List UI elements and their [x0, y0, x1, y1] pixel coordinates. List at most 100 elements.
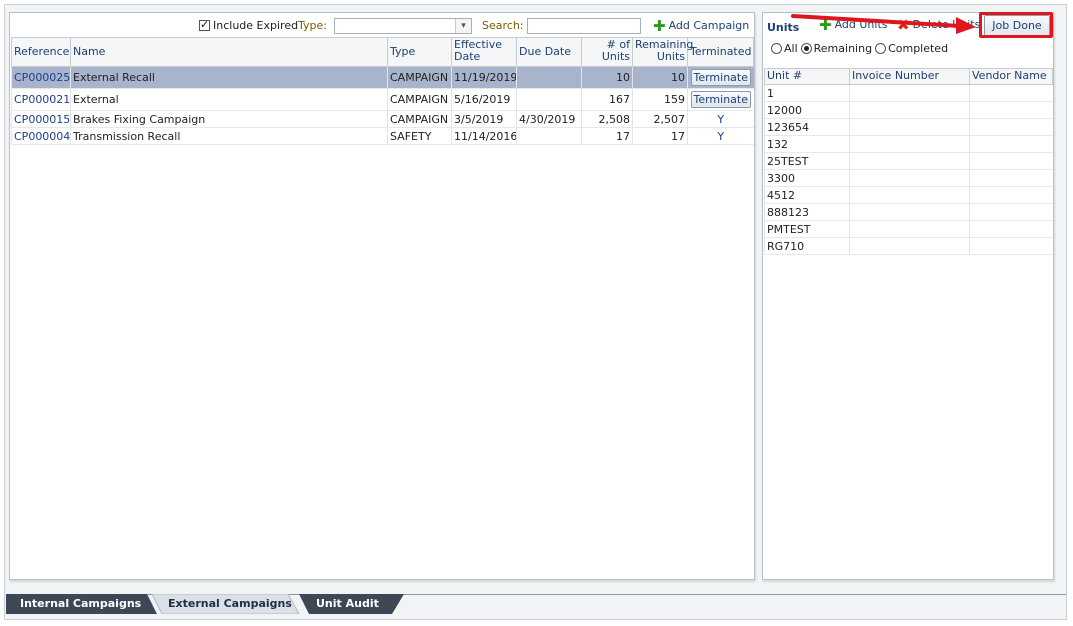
table-row[interactable]: CP000021 External CAMPAIGN 5/16/2019 167…: [11, 88, 754, 111]
col-unit-number[interactable]: Unit #: [764, 68, 850, 85]
col-name[interactable]: Name: [70, 37, 388, 67]
unit-number: 132: [764, 135, 850, 153]
num-units: 17: [581, 127, 633, 145]
due-date: 4/30/2019: [516, 110, 582, 128]
list-item[interactable]: 3300: [764, 169, 1053, 187]
table-row[interactable]: CP000015 Brakes Fixing Campaign CAMPAIGN…: [11, 110, 754, 128]
vendor-name: [969, 84, 1053, 102]
terminated-cell: Terminate: [687, 66, 754, 89]
col-num-units[interactable]: # of Units: [581, 37, 633, 67]
vendor-name: [969, 152, 1053, 170]
effective-date: 5/16/2019: [451, 88, 517, 111]
filter-completed-label[interactable]: Completed: [888, 42, 948, 55]
col-invoice-number[interactable]: Invoice Number: [849, 68, 970, 85]
list-item[interactable]: 888123: [764, 203, 1053, 221]
invoice-number: [849, 186, 970, 204]
due-date: [516, 66, 582, 89]
campaign-name: Transmission Recall: [70, 127, 388, 145]
effective-date: 11/14/2016: [451, 127, 517, 145]
invoice-number: [849, 152, 970, 170]
tab-unit-audit[interactable]: Unit Audit: [302, 594, 402, 614]
annotation-arrow-icon: [791, 14, 976, 34]
col-reference[interactable]: Reference: [11, 37, 71, 67]
units-table: Unit # Invoice Number Vendor Name 1 1200…: [764, 68, 1053, 255]
vendor-name: [969, 220, 1053, 238]
include-expired-checkbox[interactable]: [199, 18, 210, 31]
effective-date: 3/5/2019: [451, 110, 517, 128]
col-vendor-name[interactable]: Vendor Name: [969, 68, 1053, 85]
col-terminated[interactable]: Terminated: [687, 37, 754, 67]
unit-number: 25TEST: [764, 152, 850, 170]
chevron-down-icon[interactable]: ▾: [455, 19, 471, 33]
include-expired-label: Include Expired: [213, 19, 299, 32]
add-campaign-label: Add Campaign: [668, 19, 750, 32]
vendor-name: [969, 135, 1053, 153]
invoice-number: [849, 220, 970, 238]
num-units: 167: [581, 88, 633, 111]
plus-icon: ✚: [653, 16, 666, 35]
filter-all-label[interactable]: All: [784, 42, 798, 55]
due-date: [516, 88, 582, 111]
vendor-name: [969, 101, 1053, 119]
unit-filter-group: All Remaining Completed: [771, 42, 948, 55]
list-item[interactable]: 1: [764, 84, 1053, 102]
tab-internal-campaigns[interactable]: Internal Campaigns: [6, 594, 156, 614]
list-item[interactable]: 12000: [764, 101, 1053, 119]
reference-link[interactable]: CP000015: [11, 110, 71, 128]
filter-completed-radio[interactable]: [875, 43, 887, 54]
terminated-value: Y: [687, 110, 754, 128]
include-expired-toggle[interactable]: Include Expired: [199, 18, 299, 32]
remaining-units: 159: [632, 88, 688, 111]
add-campaign-button[interactable]: ✚ Add Campaign: [653, 16, 750, 35]
vendor-name: [969, 186, 1053, 204]
col-effective-date[interactable]: Effective Date: [451, 37, 517, 67]
list-item[interactable]: 25TEST: [764, 152, 1053, 170]
campaigns-panel: Include Expired Type: ▾ Search: ✚ Add Ca…: [9, 12, 755, 580]
campaign-name: External Recall: [70, 66, 388, 89]
tab-external-campaigns[interactable]: External Campaigns: [154, 594, 299, 614]
effective-date: 11/19/2019: [451, 66, 517, 89]
type-select[interactable]: ▾: [334, 18, 472, 34]
table-row[interactable]: CP000004 Transmission Recall SAFETY 11/1…: [11, 127, 754, 145]
invoice-number: [849, 135, 970, 153]
search-input[interactable]: [527, 18, 641, 34]
type-label: Type:: [298, 19, 327, 32]
invoice-number: [849, 237, 970, 255]
remaining-units: 2,507: [632, 110, 688, 128]
unit-number: 4512: [764, 186, 850, 204]
campaign-type: SAFETY: [387, 127, 452, 145]
num-units: 2,508: [581, 110, 633, 128]
due-date: [516, 127, 582, 145]
terminate-button[interactable]: Terminate: [690, 91, 751, 108]
unit-number: 888123: [764, 203, 850, 221]
filter-remaining-radio[interactable]: [800, 43, 812, 54]
unit-number: 12000: [764, 101, 850, 119]
col-due-date[interactable]: Due Date: [516, 37, 582, 67]
list-item[interactable]: 132: [764, 135, 1053, 153]
table-row[interactable]: CP000025 External Recall CAMPAIGN 11/19/…: [11, 66, 754, 89]
units-panel: Units ✚ Add Units ✖ Delete Units All Rem…: [762, 12, 1054, 580]
filter-remaining-label[interactable]: Remaining: [814, 42, 872, 55]
terminated-cell: Terminate: [687, 88, 754, 111]
terminate-button[interactable]: Terminate: [690, 69, 751, 86]
reference-link[interactable]: CP000021: [11, 88, 71, 111]
unit-number: RG710: [764, 237, 850, 255]
invoice-number: [849, 84, 970, 102]
list-item[interactable]: RG710: [764, 237, 1053, 255]
col-remaining-units[interactable]: Remaining Units: [632, 37, 693, 67]
reference-link[interactable]: CP000025: [11, 66, 71, 89]
invoice-number: [849, 203, 970, 221]
campaign-type: CAMPAIGN: [387, 110, 452, 128]
filter-all-radio[interactable]: [771, 43, 782, 54]
campaign-name: External: [70, 88, 388, 111]
campaigns-toolbar: Include Expired Type: ▾ Search: ✚ Add Ca…: [10, 17, 754, 37]
list-item[interactable]: 123654: [764, 118, 1053, 136]
reference-link[interactable]: CP000004: [11, 127, 71, 145]
vendor-name: [969, 203, 1053, 221]
list-item[interactable]: PMTEST: [764, 220, 1053, 238]
invoice-number: [849, 169, 970, 187]
list-item[interactable]: 4512: [764, 186, 1053, 204]
campaign-name: Brakes Fixing Campaign: [70, 110, 388, 128]
col-type[interactable]: Type: [387, 37, 452, 67]
terminated-value: Y: [687, 127, 754, 145]
